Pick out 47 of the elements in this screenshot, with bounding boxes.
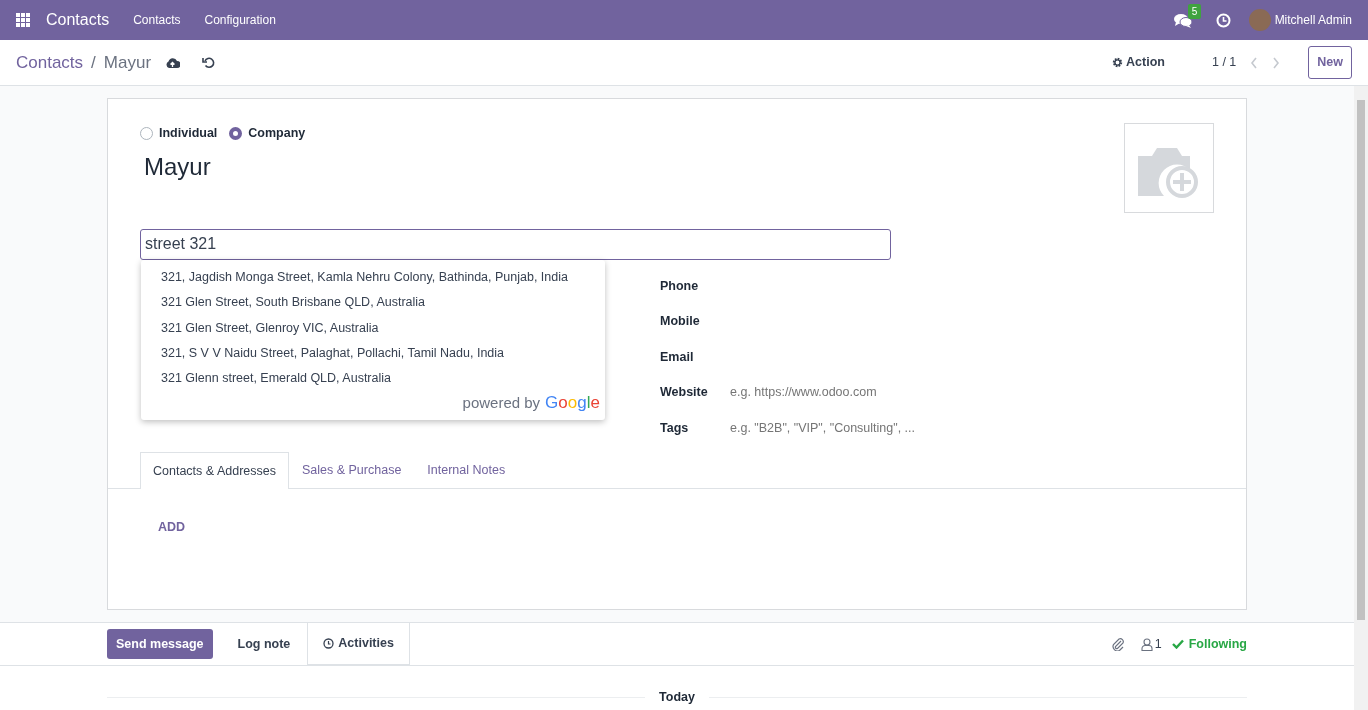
user-name[interactable]: Mitchell Admin xyxy=(1274,11,1352,29)
menu-item[interactable]: Configuration xyxy=(204,11,276,29)
scrollbar[interactable] xyxy=(1354,86,1368,710)
gear-icon xyxy=(1112,57,1124,68)
address-suggestion[interactable]: 321, S V V Naidu Street, Palaghat, Pollachi, Tamil Nadu, India xyxy=(141,339,525,365)
breadcrumb-separator: / xyxy=(91,51,96,74)
person-icon xyxy=(1140,637,1153,651)
undo-icon[interactable] xyxy=(202,56,216,69)
composer-button[interactable]: Send message xyxy=(107,628,213,660)
chat-icon[interactable] xyxy=(1173,13,1192,29)
field-label: Tags xyxy=(660,419,690,437)
new-button[interactable]: New xyxy=(1308,46,1352,79)
pager-value: 1 / 1 xyxy=(1211,54,1237,72)
tab[interactable]: Contacts & Addresses xyxy=(140,452,289,489)
address-suggestion[interactable]: 321 Glen Street, South Brisbane QLD, Australia xyxy=(141,289,446,315)
clock-icon xyxy=(323,637,335,649)
address-suggestion[interactable]: 321 Glen Street, Glenroy VIC, Australia xyxy=(141,314,399,340)
action-button[interactable]: Action xyxy=(1111,52,1166,73)
composer-button[interactable]: Log note xyxy=(228,628,300,660)
cloud-upload-icon[interactable] xyxy=(165,56,181,69)
paperclip-icon[interactable] xyxy=(1110,637,1125,651)
app-name[interactable]: Contacts xyxy=(46,8,110,32)
message-count-badge: 5 xyxy=(1187,4,1202,19)
google-logo: Google xyxy=(545,392,600,415)
activities-button[interactable]: Activities xyxy=(307,622,410,665)
apps-menu-icon[interactable] xyxy=(16,13,30,27)
field-label: Phone xyxy=(660,277,700,295)
check-icon xyxy=(1171,639,1184,649)
address-field[interactable]: street 321 xyxy=(140,228,891,260)
field-label: Website xyxy=(660,384,709,402)
record-name: Mayur xyxy=(144,151,211,182)
radio-option[interactable]: Company xyxy=(229,124,306,143)
menu-item[interactable]: Contacts xyxy=(133,11,181,29)
clock-icon[interactable] xyxy=(1215,12,1231,28)
add-link[interactable]: ADD xyxy=(158,518,186,537)
attribution-text: powered by xyxy=(462,393,541,414)
followers-button[interactable]: 1 xyxy=(1140,634,1162,654)
field-label: Email xyxy=(660,348,695,366)
radio-option[interactable]: Individual xyxy=(140,124,218,143)
breadcrumb-current: Mayur xyxy=(103,51,152,74)
date-separator: Today xyxy=(658,689,696,706)
field-label: Mobile xyxy=(660,313,701,331)
tab[interactable]: Internal Notes xyxy=(414,452,519,488)
tab[interactable]: Sales & Purchase xyxy=(289,452,415,488)
address-suggestion[interactable]: 321 Glenn street, Emerald QLD, Australia xyxy=(141,365,411,391)
address-suggestion[interactable]: 321, Jagdish Monga Street, Kamla Nehru Colony, Bathinda, Punjab, India xyxy=(141,264,588,290)
breadcrumb-link[interactable]: Contacts xyxy=(16,49,84,76)
